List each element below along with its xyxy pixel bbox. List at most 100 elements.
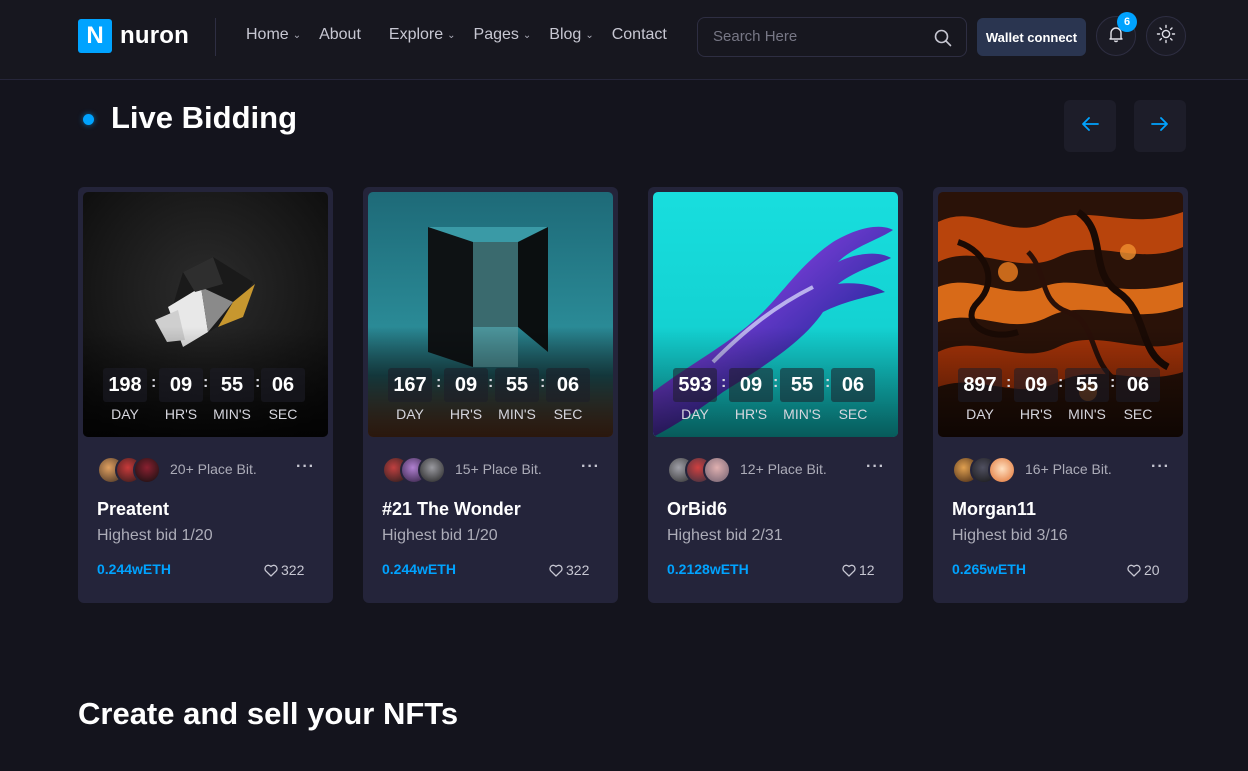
nav-contact[interactable]: Contact xyxy=(612,26,667,44)
logo-text: nuron xyxy=(120,22,189,49)
nft-card[interactable]: 593 : 09 : 55 : 06 DAY HR'S MIN'S SEC 12… xyxy=(648,187,903,603)
countdown-secs: 06 xyxy=(261,368,305,402)
nav-home[interactable]: Home ⌄ xyxy=(246,26,301,44)
countdown-min-label: MIN'S xyxy=(213,406,251,422)
countdown-separator: : xyxy=(203,374,209,391)
chevron-down-icon: ⌄ xyxy=(585,29,594,41)
countdown-separator: : xyxy=(151,374,157,391)
avatar[interactable] xyxy=(418,456,446,484)
heart-icon xyxy=(549,564,563,577)
nft-title[interactable]: #21 The Wonder xyxy=(382,499,521,520)
highest-bid: Highest bid 1/20 xyxy=(97,527,213,544)
countdown-mins: 55 xyxy=(1065,368,1109,402)
countdown-sec-label: SEC xyxy=(268,406,298,422)
nft-title[interactable]: OrBid6 xyxy=(667,499,727,520)
more-options-icon[interactable]: ··· xyxy=(1151,459,1170,475)
nft-image-hand[interactable]: 593 : 09 : 55 : 06 DAY HR'S MIN'S SEC xyxy=(653,192,898,437)
avatar[interactable] xyxy=(988,456,1016,484)
nav-explore-label: Explore xyxy=(388,26,444,43)
place-bid-count: 16+ Place Bit. xyxy=(1025,461,1112,477)
place-bid-count: 12+ Place Bit. xyxy=(740,461,827,477)
nav-home-label: Home xyxy=(246,26,289,43)
countdown-secs: 06 xyxy=(1116,368,1160,402)
like-button[interactable]: 12 xyxy=(842,562,875,578)
countdown-sec-label: SEC xyxy=(553,406,583,422)
like-button[interactable]: 20 xyxy=(1127,562,1160,578)
more-options-icon[interactable]: ··· xyxy=(581,459,600,475)
more-options-icon[interactable]: ··· xyxy=(866,459,885,475)
nav-about[interactable]: About xyxy=(319,26,361,44)
arrow-left-icon xyxy=(1081,116,1099,137)
highest-bid: Highest bid 2/31 xyxy=(667,527,783,544)
nft-price: 0.244wETH xyxy=(382,561,456,577)
countdown-separator: : xyxy=(255,374,261,391)
like-button[interactable]: 322 xyxy=(549,562,589,578)
nft-price: 0.244wETH xyxy=(97,561,171,577)
search-input[interactable] xyxy=(713,28,923,45)
avatar[interactable] xyxy=(133,456,161,484)
nav-pages-label: Pages xyxy=(473,26,519,43)
countdown-day-label: DAY xyxy=(396,406,424,422)
countdown-secs: 06 xyxy=(546,368,590,402)
avatar[interactable] xyxy=(703,456,731,484)
place-bid-count: 20+ Place Bit. xyxy=(170,461,257,477)
countdown-secs: 06 xyxy=(831,368,875,402)
countdown-min-label: MIN'S xyxy=(498,406,536,422)
bidder-avatars[interactable] xyxy=(97,456,167,486)
countdown-hr-label: HR'S xyxy=(449,406,483,422)
nft-card[interactable]: 167 : 09 : 55 : 06 DAY HR'S MIN'S SEC 15… xyxy=(363,187,618,603)
nav-pages[interactable]: Pages ⌄ xyxy=(474,26,532,44)
countdown-mins: 55 xyxy=(780,368,824,402)
heart-icon xyxy=(264,564,278,577)
next-slide-button[interactable] xyxy=(1134,100,1186,152)
like-button[interactable]: 322 xyxy=(264,562,304,578)
nft-card[interactable]: 897 : 09 : 55 : 06 DAY HR'S MIN'S SEC 16… xyxy=(933,187,1188,603)
more-options-icon[interactable]: ··· xyxy=(296,459,315,475)
sun-icon xyxy=(1156,24,1176,49)
logo-mark: N xyxy=(78,19,112,53)
nft-title[interactable]: Preatent xyxy=(97,499,169,520)
bidder-avatars[interactable] xyxy=(667,456,737,486)
nav-blog[interactable]: Blog ⌄ xyxy=(549,26,593,44)
countdown-days: 167 xyxy=(388,368,432,402)
create-section-title: Create and sell your NFTs xyxy=(78,696,459,731)
like-count: 322 xyxy=(281,562,305,578)
like-count: 322 xyxy=(566,562,590,578)
theme-toggle-button[interactable] xyxy=(1146,16,1186,56)
countdown-min-label: MIN'S xyxy=(783,406,821,422)
nft-image-prism[interactable]: 167 : 09 : 55 : 06 DAY HR'S MIN'S SEC xyxy=(368,192,613,437)
highest-bid: Highest bid 3/16 xyxy=(952,527,1068,544)
heart-icon xyxy=(1127,564,1141,577)
countdown-hr-label: HR'S xyxy=(734,406,768,422)
countdown-separator: : xyxy=(436,374,442,391)
brand-logo[interactable]: N nuron xyxy=(78,19,189,53)
header-divider xyxy=(215,18,216,56)
countdown-separator: : xyxy=(1058,374,1064,391)
notification-badge: 6 xyxy=(1117,12,1137,32)
nav-blog-label: Blog xyxy=(549,26,582,43)
chevron-down-icon: ⌄ xyxy=(292,29,302,41)
countdown-separator: : xyxy=(1006,374,1012,391)
bidder-avatars[interactable] xyxy=(952,456,1022,486)
chevron-down-icon: ⌄ xyxy=(447,29,456,41)
countdown-mins: 55 xyxy=(495,368,539,402)
countdown-hr-label: HR'S xyxy=(1019,406,1053,422)
bidder-avatars[interactable] xyxy=(382,456,452,486)
nft-card[interactable]: 198 : 09 : 55 : 06 DAY HR'S MIN'S SEC 20… xyxy=(78,187,333,603)
search-icon[interactable] xyxy=(934,29,952,52)
countdown-days: 897 xyxy=(958,368,1002,402)
wallet-connect-button[interactable]: Wallet connect xyxy=(977,18,1086,56)
countdown-hours: 09 xyxy=(159,368,203,402)
like-count: 20 xyxy=(1144,562,1160,578)
countdown-day-label: DAY xyxy=(111,406,139,422)
countdown-day-label: DAY xyxy=(681,406,709,422)
nft-title[interactable]: Morgan11 xyxy=(952,499,1036,520)
nav-explore[interactable]: Explore ⌄ xyxy=(389,26,456,44)
countdown-separator: : xyxy=(825,374,831,391)
countdown-hours: 09 xyxy=(1014,368,1058,402)
countdown-hours: 09 xyxy=(729,368,773,402)
nft-image-abstract-swirl[interactable]: 897 : 09 : 55 : 06 DAY HR'S MIN'S SEC xyxy=(938,192,1183,437)
nft-image-geometric[interactable]: 198 : 09 : 55 : 06 DAY HR'S MIN'S SEC xyxy=(83,192,328,437)
prev-slide-button[interactable] xyxy=(1064,100,1116,152)
countdown-separator: : xyxy=(488,374,494,391)
